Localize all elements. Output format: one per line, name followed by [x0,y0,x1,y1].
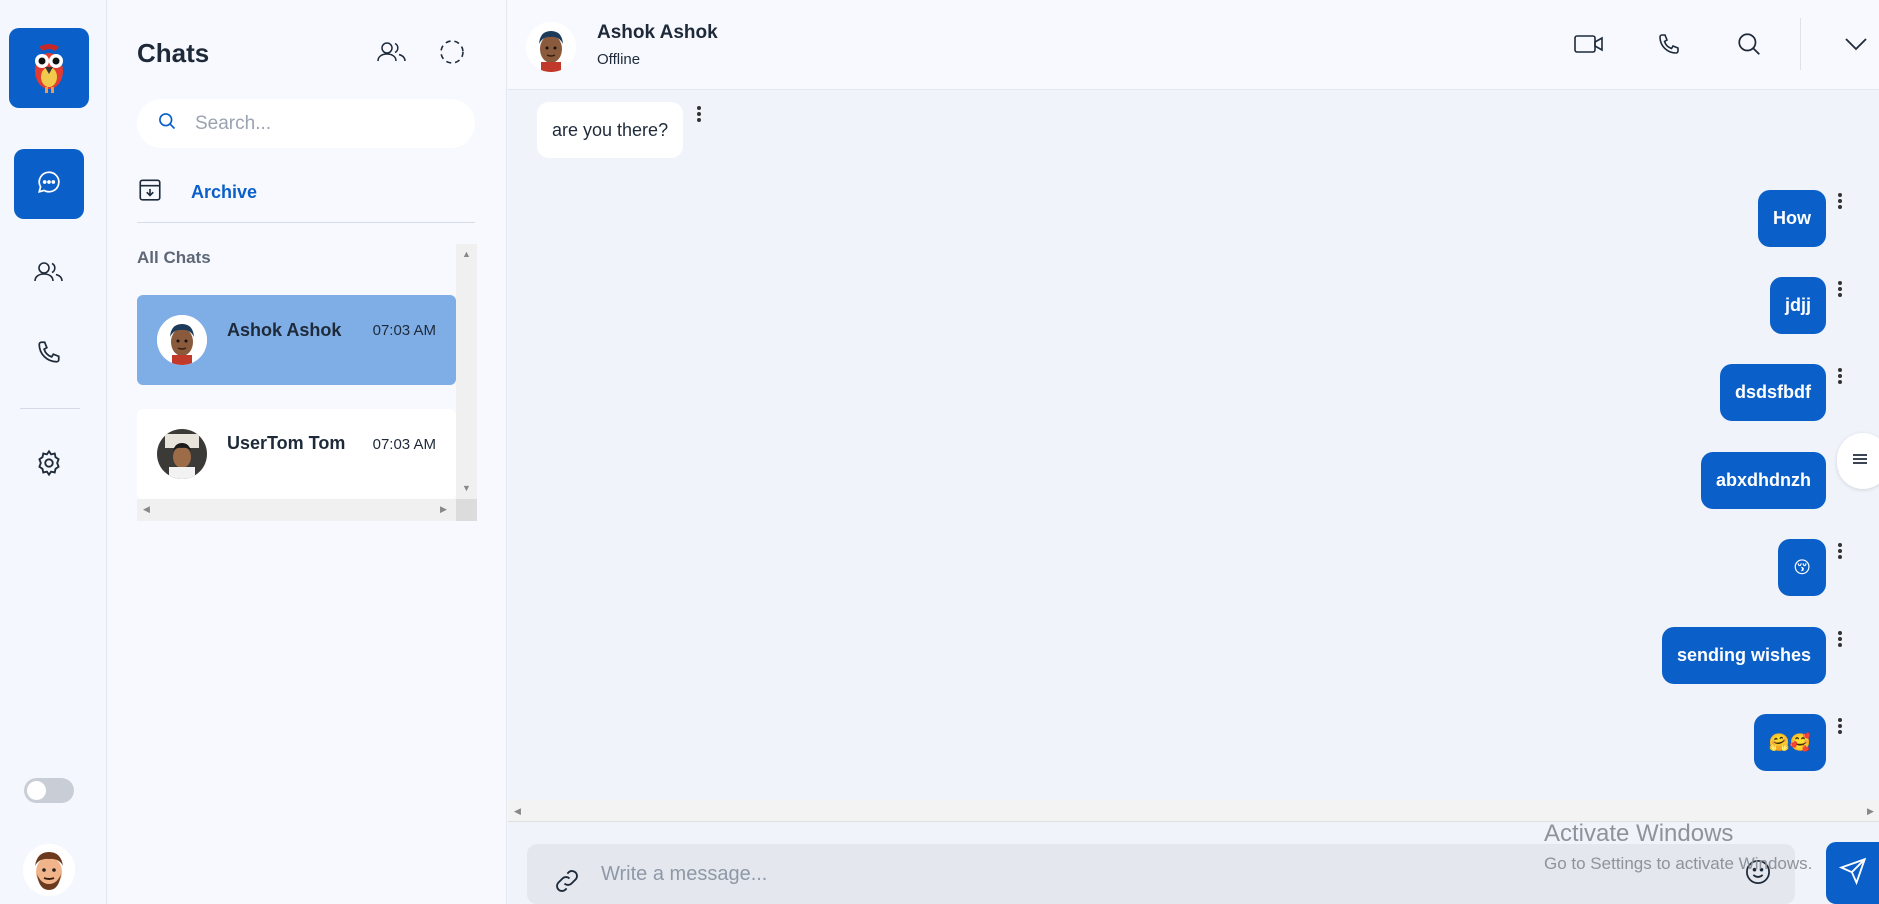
outgoing-message: 😚 [1778,539,1826,596]
chat-time: 07:03 AM [372,436,436,453]
gear-icon [35,449,63,482]
scroll-left-arrow-icon[interactable]: ◀ [143,505,150,514]
paperclip-icon[interactable] [552,866,584,898]
contact-name: Ashok Ashok [597,22,718,43]
chat-list: Ashok Ashok 07:03 AM UserTom Tom 07:03 A… [137,244,477,521]
more-options-button[interactable] [1839,29,1873,63]
horizontal-scrollbar[interactable]: ◀ ▶ [508,800,1879,822]
video-camera-icon [1574,33,1604,60]
new-group-button[interactable] [376,38,408,70]
send-button[interactable] [1826,842,1879,904]
chat-search[interactable] [137,99,475,148]
chat-list-item[interactable]: UserTom Tom 07:03 AM [137,409,456,499]
incoming-message: are you there? [537,102,684,158]
rail-divider [20,408,80,409]
video-call-button[interactable] [1572,29,1606,63]
message-menu-icon[interactable] [1835,191,1845,211]
scroll-up-arrow-icon[interactable]: ▲ [462,250,471,259]
nav-settings-button[interactable] [14,430,84,500]
message-menu-icon[interactable] [694,104,704,124]
sliders-icon [1851,450,1869,473]
watermark-line1: Activate Windows [1544,820,1734,847]
vertical-scrollbar[interactable]: ▲ ▼ [456,244,477,499]
archive-link[interactable]: Archive [137,177,257,208]
chat-app: Chats Search... Archive All Chats Ashok … [0,0,1879,904]
message-menu-icon[interactable] [1835,541,1845,561]
scroll-right-arrow-icon[interactable]: ▶ [1867,807,1874,816]
parrot-logo-icon[interactable] [9,28,89,108]
outgoing-message: jdjj [1770,277,1826,334]
search-icon [157,111,177,136]
scroll-left-arrow-icon[interactable]: ◀ [514,807,521,816]
message-menu-icon[interactable] [1835,366,1845,386]
toggle-knob [27,781,46,800]
nav-contacts-button[interactable] [14,239,84,309]
contact-avatar [157,315,207,365]
watermark-line2: Go to Settings to activate Windows. [1544,854,1813,873]
search-input[interactable] [195,112,455,135]
scroll-down-arrow-icon[interactable]: ▼ [462,484,471,493]
users-icon [34,259,64,290]
scroll-right-arrow-icon[interactable]: ▶ [440,505,447,514]
outgoing-message: How [1758,190,1826,247]
search-conversation-button[interactable] [1732,29,1766,63]
message-menu-icon[interactable] [1835,279,1845,299]
contact-status: Offline [597,51,641,68]
message-menu-icon[interactable] [1835,629,1845,649]
users-icon [377,40,407,69]
user-avatar[interactable] [23,844,75,896]
outgoing-message: sending wishes [1661,627,1826,684]
conversation-pane: Ashok Ashok Offline are you there? How j… [508,0,1879,904]
archive-icon [137,177,163,208]
nav-calls-button[interactable] [14,319,84,389]
contact-avatar[interactable] [526,22,576,72]
voice-call-button[interactable] [1652,29,1686,63]
left-rail [0,0,107,904]
search-icon [1736,31,1762,62]
dashed-circle-icon [439,39,465,70]
send-plane-icon [1838,857,1867,890]
outgoing-message: 🤗🥰 [1753,714,1826,771]
header-separator [1800,18,1801,70]
phone-icon [1657,32,1681,61]
horizontal-scrollbar[interactable]: ◀ ▶ [137,499,456,521]
phone-icon [36,339,62,370]
divider [137,222,475,223]
message-input[interactable] [601,854,1501,894]
chevron-down-icon [1844,37,1868,56]
outgoing-message: dsdsfbdf [1720,364,1826,421]
chats-panel: Chats Search... Archive All Chats Ashok … [108,0,507,904]
nav-chats-button[interactable] [14,149,84,219]
message-menu-icon[interactable] [1835,716,1845,736]
chat-name: UserTom Tom [227,433,346,453]
outgoing-message: abxdhdnzh [1701,452,1826,509]
archive-label: Archive [191,182,258,202]
chat-bubble-icon [36,169,62,200]
chats-title: Chats [137,38,210,68]
chat-time: 07:03 AM [372,322,436,339]
chat-list-item[interactable]: Ashok Ashok 07:03 AM [137,295,456,385]
conversation-header: Ashok Ashok Offline [508,0,1879,90]
chat-name: Ashok Ashok [227,320,342,340]
theme-toggle[interactable] [24,778,74,803]
scrollbar-corner [456,499,477,521]
windows-activation-watermark: Activate Windows Go to Settings to activ… [1544,820,1812,874]
contact-avatar [157,429,207,479]
side-drawer-button[interactable] [1837,433,1879,489]
status-button[interactable] [436,38,468,70]
